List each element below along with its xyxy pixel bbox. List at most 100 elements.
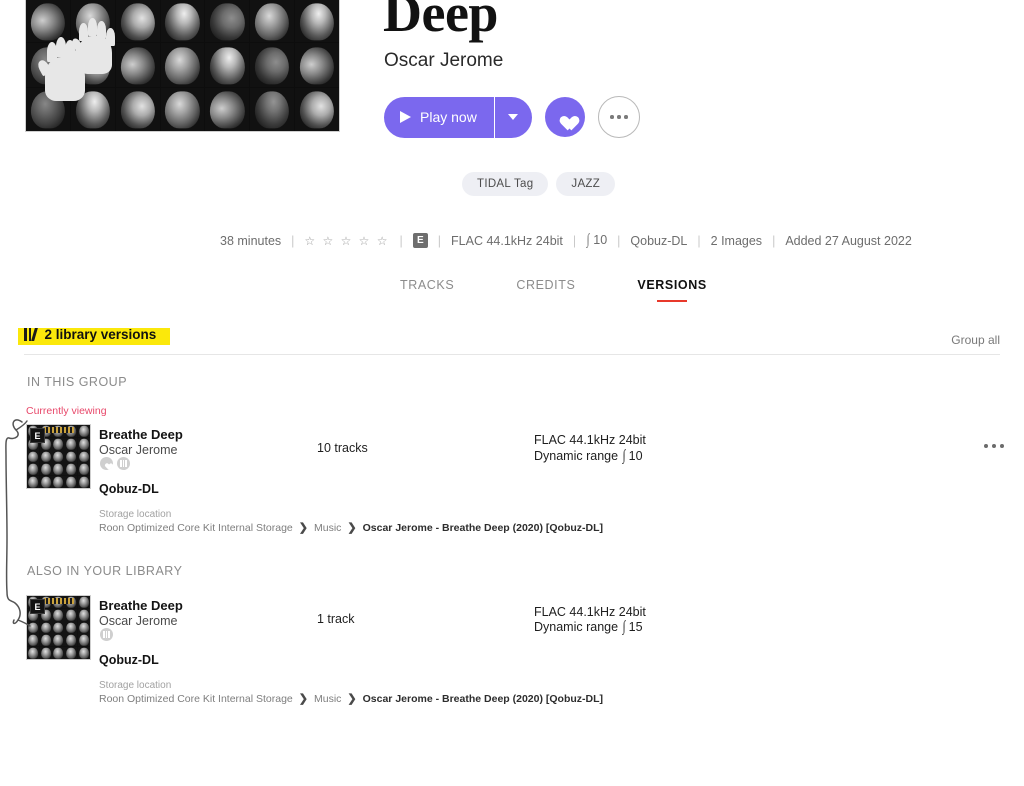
tag-jazz[interactable]: JAZZ [556, 172, 616, 196]
heart-icon [100, 457, 113, 470]
cover-cell [295, 87, 339, 131]
storage-breadcrumb: Roon Optimized Core Kit Internal Storage… [99, 692, 603, 706]
cover-cell [205, 0, 250, 43]
format-text: FLAC 44.1kHz 24bit [451, 233, 563, 248]
storage-location-label: Storage location [99, 509, 172, 520]
rating-stars[interactable]: ☆ ☆ ☆ ☆ ☆ [304, 234, 389, 248]
breadcrumb-root[interactable]: Roon Optimized Core Kit Internal Storage [99, 693, 293, 705]
cover-cell [295, 0, 339, 43]
cover-cell [115, 87, 160, 131]
storage-breadcrumb: Roon Optimized Core Kit Internal Storage… [99, 521, 603, 535]
chevron-right-icon: ❯ [347, 693, 357, 705]
tab-bar: TRACKS CREDITS VERSIONS [400, 278, 707, 302]
tag-tidal[interactable]: TIDAL Tag [462, 172, 549, 196]
version-source: Qobuz-DL [99, 482, 159, 496]
chevron-right-icon: ❯ [298, 522, 308, 534]
play-options-dropdown[interactable] [495, 97, 532, 138]
added-date: Added 27 August 2022 [785, 233, 912, 248]
version-format: FLAC 44.1kHz 24bit [534, 605, 646, 619]
version-source: Qobuz-DL [99, 653, 159, 667]
library-versions-label: 2 library versions [44, 327, 157, 342]
cover-cell [250, 87, 295, 131]
explicit-badge: E [30, 599, 45, 614]
breadcrumb-leaf[interactable]: Oscar Jerome - Breathe Deep (2020) [Qobu… [363, 522, 603, 534]
action-buttons: Play now [384, 96, 640, 138]
cover-cell [205, 87, 250, 131]
cover-cell [26, 0, 70, 43]
bar-chart-icon [100, 628, 113, 641]
dynamic-range-meta: ∫ 10 [586, 232, 607, 249]
dynamic-range-label: Dynamic range [534, 620, 619, 634]
version-thumbnail[interactable]: E [26, 595, 91, 660]
breadcrumb-leaf[interactable]: Oscar Jerome - Breathe Deep (2020) [Qobu… [363, 693, 603, 705]
dynamic-range-icon: ∫ [622, 448, 626, 464]
divider: | [772, 233, 776, 248]
page-title: Deep [383, 0, 498, 43]
dynamic-range-value: 10 [628, 449, 643, 463]
divider: | [697, 233, 701, 248]
version-artist[interactable]: Oscar Jerome [99, 614, 178, 628]
dynamic-range-label: Dynamic range [534, 449, 619, 463]
chevron-right-icon: ❯ [347, 522, 357, 534]
version-title[interactable]: Breathe Deep [99, 427, 183, 442]
heart-icon [556, 109, 573, 126]
divider: | [617, 233, 621, 248]
chevron-down-icon [508, 114, 519, 120]
group-all-button[interactable]: Group all [951, 333, 1000, 347]
album-metadata-row: 38 minutes | ☆ ☆ ☆ ☆ ☆ | E | FLAC 44.1kH… [220, 232, 912, 249]
bar-chart-icon [24, 328, 38, 341]
version-title[interactable]: Breathe Deep [99, 598, 183, 613]
divider: | [399, 233, 403, 248]
status-badge-currently-viewing: Currently viewing [26, 405, 107, 417]
version-track-count: 1 track [317, 612, 355, 626]
version-badges [100, 457, 130, 470]
version-dynamic-range: Dynamic range ∫ 10 [534, 448, 643, 465]
divider: | [291, 233, 295, 248]
cover-cell [205, 43, 250, 87]
album-artist: Oscar Jerome [384, 50, 504, 71]
cover-cell [250, 0, 295, 43]
cover-cell [160, 87, 205, 131]
version-artist[interactable]: Oscar Jerome [99, 443, 178, 457]
breadcrumb-mid[interactable]: Music [314, 522, 341, 534]
row-more-options-button[interactable] [984, 444, 1004, 448]
film-strip-decoration [44, 427, 74, 433]
chevron-right-icon: ❯ [298, 693, 308, 705]
explicit-badge: E [412, 233, 428, 248]
version-dynamic-range: Dynamic range ∫ 15 [534, 619, 643, 636]
tab-tracks[interactable]: TRACKS [400, 278, 454, 302]
version-track-count: 10 tracks [317, 441, 368, 455]
breadcrumb-root[interactable]: Roon Optimized Core Kit Internal Storage [99, 522, 293, 534]
tab-credits[interactable]: CREDITS [516, 278, 575, 302]
ellipsis-icon [610, 115, 628, 119]
storage-location-label: Storage location [99, 680, 172, 691]
version-thumbnail[interactable]: E [26, 424, 91, 489]
hand-photo-icon [78, 23, 112, 74]
more-options-button[interactable] [597, 96, 640, 138]
version-badges [100, 628, 113, 641]
album-hero: Deep Oscar Jerome Play now [0, 0, 1024, 150]
tab-versions[interactable]: VERSIONS [637, 278, 706, 302]
explicit-badge: E [30, 428, 45, 443]
play-now-button[interactable]: Play now [384, 96, 495, 138]
cover-cell [115, 0, 160, 43]
favorite-button[interactable] [544, 97, 585, 137]
cover-cell [250, 43, 295, 87]
breadcrumb-mid[interactable]: Music [314, 693, 341, 705]
library-versions-header: 2 library versions [24, 327, 156, 342]
duration-text: 38 minutes [220, 233, 282, 248]
dynamic-range-value: 15 [628, 620, 643, 634]
bar-chart-icon [117, 457, 130, 470]
divider [24, 354, 1000, 355]
play-now-label: Play now [420, 109, 477, 125]
tag-list: TIDAL Tag JAZZ [462, 172, 616, 196]
divider: | [437, 233, 442, 248]
album-cover-art[interactable] [25, 0, 340, 132]
cover-cell [295, 43, 339, 87]
film-strip-decoration [44, 598, 74, 604]
play-button-group: Play now [384, 96, 532, 138]
section-heading-in-this-group: IN THIS GROUP [27, 375, 128, 389]
images-count[interactable]: 2 Images [711, 234, 762, 248]
source-text: Qobuz-DL [630, 233, 688, 248]
cover-cell [160, 0, 205, 43]
